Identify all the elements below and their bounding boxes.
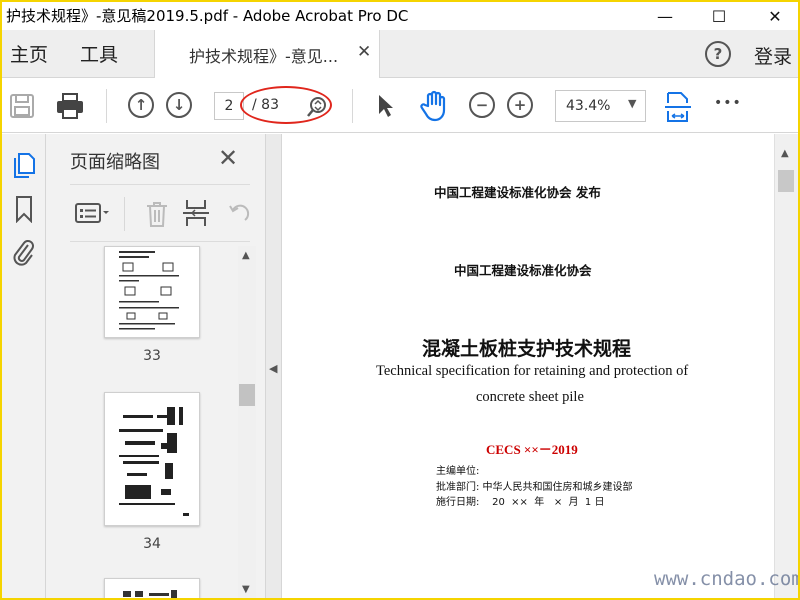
cursor-arrow-icon <box>379 95 393 117</box>
close-icon: ✕ <box>768 6 782 26</box>
document-scrollbar[interactable]: ▲ <box>774 134 798 598</box>
thumbnail-toolbar <box>70 184 250 242</box>
close-window-button[interactable]: ✕ <box>752 2 798 30</box>
doc-publisher: 中国工程建设标准化协会 发布 <box>434 185 601 200</box>
chevron-left-icon: ◀ <box>269 362 278 375</box>
page-thumbnails-panel: 页面缩略图 ✕ 33 34 ▲ ▼ <box>46 134 266 598</box>
panel-collapse-handle[interactable]: ◀ <box>266 134 282 598</box>
delete-page-button[interactable] <box>144 199 170 229</box>
thumbnail-preview <box>119 251 179 330</box>
thumbnail-page[interactable] <box>104 392 200 526</box>
title-bar: 护技术规程》-意见稿2019.5.pdf - Adobe Acrobat Pro… <box>2 2 798 30</box>
thumbnail-page-number: 34 <box>143 536 161 552</box>
document-tab[interactable]: 护技术规程》-意见... ✕ <box>154 30 380 78</box>
doc-title-cn: 混凝土板桩支护技术规程 <box>422 338 632 360</box>
maximize-button[interactable]: ☐ <box>696 2 742 30</box>
pages-icon <box>14 153 35 178</box>
minimize-button[interactable]: — <box>642 2 688 30</box>
fit-width-icon <box>665 92 691 122</box>
thumbnail-page[interactable] <box>104 578 200 598</box>
trash-icon <box>147 202 167 227</box>
thumbnail-options-button[interactable] <box>74 199 112 227</box>
page-thumbnails-button[interactable] <box>10 150 38 180</box>
doc-editor-unit: 主编单位: <box>436 466 480 477</box>
scroll-down-icon[interactable]: ▼ <box>242 584 250 595</box>
minimize-icon: — <box>657 6 673 26</box>
bookmark-icon <box>16 196 32 223</box>
doc-effective-date: 施行日期: 20 ×× 年 × 月 1 日 <box>436 497 605 508</box>
login-button[interactable]: 登录 <box>754 42 792 69</box>
scroll-up-icon[interactable]: ▲ <box>781 148 789 159</box>
bookmarks-button[interactable] <box>12 194 36 224</box>
more-tools-button[interactable]: ••• <box>714 95 742 111</box>
window-title: 护技术规程》-意见稿2019.5.pdf - Adobe Acrobat Pro… <box>6 7 409 25</box>
zoom-out-button[interactable]: − <box>469 92 495 118</box>
select-tool-button[interactable] <box>374 92 398 120</box>
hand-icon <box>420 90 446 122</box>
red-highlight-ellipse <box>240 86 332 124</box>
next-page-button[interactable]: ↓ <box>166 92 192 118</box>
thumbnail-page-number: 33 <box>143 348 161 364</box>
save-icon <box>10 94 34 118</box>
help-icon[interactable]: ? <box>705 41 731 67</box>
document-tab-label: 护技术规程》-意见... <box>189 47 339 66</box>
left-navigation-rail <box>2 134 46 598</box>
tools-menu[interactable]: 工具 <box>80 40 118 67</box>
zoom-level-value: 43.4% <box>566 98 611 114</box>
rotate-page-button[interactable] <box>226 199 252 227</box>
doc-organization: 中国工程建设标准化协会 <box>454 263 592 278</box>
previous-page-button[interactable]: ↑ <box>128 92 154 118</box>
maximize-icon: ☐ <box>711 6 727 26</box>
panel-title: 页面缩略图 <box>70 152 160 173</box>
panel-close-icon[interactable]: ✕ <box>218 144 238 172</box>
scrollbar-thumb[interactable] <box>239 384 255 406</box>
minus-icon: − <box>469 92 495 118</box>
panel-separator <box>124 197 125 231</box>
paperclip-icon <box>13 240 34 266</box>
doc-approval-dept: 批准部门: 中华人民共和国住房和城乡建设部 <box>436 482 633 493</box>
thumbnail-scrollbar[interactable]: ▲ ▼ <box>238 246 256 598</box>
doc-standard-code: CECS ××－2019 <box>486 442 578 457</box>
attachments-button[interactable] <box>10 236 38 268</box>
print-icon <box>57 93 83 119</box>
doc-title-en-line2: concrete sheet pile <box>476 389 584 405</box>
insert-page-button[interactable] <box>182 197 210 229</box>
scrollbar-thumb[interactable] <box>778 170 794 192</box>
save-button[interactable] <box>8 92 36 120</box>
thumbnail-page[interactable] <box>104 246 200 338</box>
doc-title-en-line1: Technical specification for retaining an… <box>376 363 689 379</box>
site-watermark: www.cndao.com <box>654 568 798 590</box>
help-label: ? <box>713 45 723 63</box>
toolbar-separator <box>352 89 353 123</box>
thumbnail-preview <box>119 407 189 516</box>
toolbar: ↑ ↓ 2 / 83 − + 43.4% ▼ ••• <box>2 79 798 133</box>
rotate-icon <box>229 204 250 221</box>
zoom-level-select[interactable]: 43.4% ▼ <box>555 90 646 122</box>
document-page: 中国工程建设标准化协会 发布 中国工程建设标准化协会 混凝土板桩支护技术规程 T… <box>282 134 774 598</box>
thumbnail-preview <box>123 590 177 598</box>
tab-close-icon[interactable]: ✕ <box>357 42 371 62</box>
fit-page-button[interactable] <box>664 90 692 124</box>
scroll-up-icon[interactable]: ▲ <box>242 250 250 261</box>
print-button[interactable] <box>54 91 86 121</box>
options-list-icon <box>75 203 109 223</box>
acrobat-window: 护技术规程》-意见稿2019.5.pdf - Adobe Acrobat Pro… <box>2 2 798 598</box>
toolbar-separator <box>106 89 107 123</box>
zoom-in-button[interactable]: + <box>507 92 533 118</box>
page-split-icon <box>183 200 209 226</box>
home-menu[interactable]: 主页 <box>10 40 48 67</box>
hand-tool-button[interactable] <box>418 89 450 123</box>
chevron-down-icon: ▼ <box>628 97 637 110</box>
plus-icon: + <box>507 92 533 118</box>
arrow-down-icon: ↓ <box>166 92 192 118</box>
menu-bar: 主页 工具 护技术规程》-意见... ✕ ? 登录 <box>2 30 798 78</box>
arrow-up-icon: ↑ <box>128 92 154 118</box>
